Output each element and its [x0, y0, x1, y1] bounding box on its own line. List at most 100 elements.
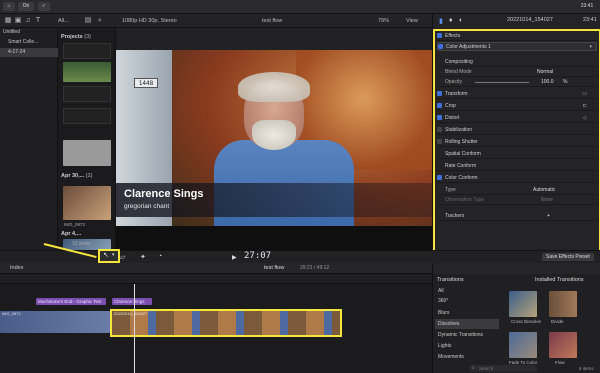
- sidebar-item-smart-collections[interactable]: Smart Colle...: [0, 38, 58, 47]
- category-dissolves[interactable]: Dissolves: [435, 319, 499, 329]
- project-thumb-title[interactable]: [63, 140, 111, 166]
- title-clip-2[interactable]: Clarence Sings: [112, 298, 152, 305]
- transition-flow[interactable]: [549, 332, 577, 358]
- opacity-slider[interactable]: [475, 82, 529, 83]
- projects-group-header[interactable]: Projects (3): [61, 34, 91, 40]
- category-all[interactable]: All: [435, 286, 499, 296]
- crop-tool-icon[interactable]: ▱: [120, 253, 125, 261]
- color-adjustments-row[interactable]: Color Adjustments 1 ▾: [437, 42, 597, 51]
- background-tasks-button[interactable]: ✓: [38, 2, 50, 11]
- distort-checkbox[interactable]: [437, 115, 442, 120]
- opacity-value[interactable]: 100.0: [541, 78, 554, 87]
- title-clip[interactable]: Muchstone's End - Graphic Text: [36, 298, 106, 305]
- event-group-header[interactable]: Apr 30,... (2): [61, 173, 93, 179]
- stabilization-checkbox[interactable]: [437, 127, 442, 132]
- browser-item-count: 10 items: [72, 241, 91, 247]
- blend-mode-dropdown[interactable]: Normal: [537, 68, 553, 77]
- add-tracker-button[interactable]: +: [547, 212, 550, 221]
- category-lights[interactable]: Lights: [435, 341, 499, 351]
- connect-clip-icon[interactable]: ↖: [103, 251, 109, 259]
- color-conform-row[interactable]: Color Conform: [437, 174, 597, 183]
- grid-icon[interactable]: ▤: [84, 17, 92, 25]
- filter-dropdown[interactable]: All...: [58, 17, 69, 25]
- crop-icon[interactable]: ⊏: [583, 102, 587, 111]
- sidebar-item-event[interactable]: 4-17-24: [0, 48, 58, 57]
- toolbar-time: 23:41: [580, 3, 594, 9]
- compositing-header[interactable]: Compositing: [437, 58, 597, 67]
- rate-conform-row[interactable]: Rate Conform: [437, 162, 597, 171]
- libraries-icon[interactable]: ▦: [4, 17, 12, 25]
- category-360[interactable]: 360°: [435, 296, 499, 306]
- app-toolbar: ⌂ On ✓ 23:41: [0, 0, 600, 14]
- timeline-duration: 29:21 / 49:12: [300, 265, 330, 271]
- photos-icon[interactable]: ▣: [14, 17, 22, 25]
- event-group-header-2[interactable]: Apr 4,...: [61, 231, 81, 237]
- audio-inspector-icon[interactable]: ♦: [449, 17, 453, 24]
- transitions-search-input[interactable]: ⌕ Search: [469, 365, 537, 372]
- transition-fade-to-color[interactable]: [509, 332, 537, 358]
- clip-thumb-img0872[interactable]: [63, 186, 111, 220]
- video-clip-a[interactable]: IMG_0872: [0, 311, 110, 333]
- project-thumb-clapper-3[interactable]: [63, 108, 111, 124]
- opacity-unit: %: [563, 79, 568, 85]
- search-icon[interactable]: ⌕: [96, 17, 104, 25]
- stabilization-row[interactable]: Stabilization: [437, 126, 597, 135]
- timeline-ruler: [0, 274, 432, 284]
- project-thumb-clapper-2[interactable]: [63, 86, 111, 102]
- category-blurs[interactable]: Blurs: [435, 308, 499, 318]
- save-effects-preset-button[interactable]: Save Effects Preset: [542, 253, 594, 261]
- play-button[interactable]: ▶: [232, 254, 237, 261]
- sidebar-item-untitled[interactable]: Untitled: [0, 28, 58, 37]
- zoom-dropdown[interactable]: 79%: [378, 17, 389, 25]
- crop-row[interactable]: Crop ⊏: [437, 102, 597, 111]
- spatial-conform-row[interactable]: Spatial Conform: [437, 150, 597, 159]
- transition-label: Divide: [551, 319, 564, 324]
- observation-type-row: Observation Type None: [437, 196, 597, 205]
- project-thumb-clapper[interactable]: [63, 43, 111, 59]
- connect-menu-icon[interactable]: ▾: [112, 252, 115, 258]
- inspector-tabs: ▮ ♦ ◐: [435, 16, 485, 26]
- distort-icon[interactable]: ◇: [583, 114, 587, 123]
- search-placeholder: Search: [479, 366, 494, 371]
- video-frame: 1448 Clarence Sings gregorian chant: [116, 50, 432, 226]
- observation-dropdown[interactable]: None: [541, 196, 553, 205]
- video-clip-b[interactable]: 20221014_154027: [112, 311, 340, 335]
- info-inspector-icon[interactable]: ◐: [459, 17, 463, 24]
- rolling-checkbox[interactable]: [437, 139, 442, 144]
- transition-label: Flow: [555, 360, 565, 365]
- category-movements[interactable]: Movements: [435, 352, 499, 362]
- video-inspector-icon[interactable]: ▮: [439, 17, 443, 25]
- viewer-canvas[interactable]: 1448 Clarence Sings gregorian chant: [116, 50, 432, 250]
- keyword-button[interactable]: On: [18, 2, 34, 11]
- category-dynamic[interactable]: Dynamic Transitions: [435, 330, 499, 340]
- library-button[interactable]: ⌂: [3, 2, 15, 11]
- color-adj-checkbox[interactable]: [438, 44, 443, 49]
- index-button[interactable]: Index: [10, 265, 23, 271]
- transform-icon[interactable]: ▭: [582, 90, 587, 99]
- project-thumb-field[interactable]: [63, 62, 111, 82]
- transition-cross-dissolve[interactable]: [509, 291, 537, 317]
- effects-row[interactable]: Effects: [437, 32, 597, 41]
- connect-button-highlight[interactable]: ↖ ▾: [98, 249, 120, 263]
- music-icon[interactable]: ♫: [24, 17, 32, 25]
- type-dropdown[interactable]: Automatic: [533, 186, 555, 195]
- transform-row[interactable]: Transform ▭: [437, 90, 597, 99]
- trackers-row: Trackers +: [437, 212, 597, 221]
- effect-menu-icon[interactable]: ▾: [589, 43, 592, 52]
- playhead[interactable]: [134, 284, 135, 373]
- rolling-shutter-row[interactable]: Rolling Shutter: [437, 138, 597, 147]
- effects-checkbox[interactable]: [437, 33, 442, 38]
- crop-checkbox[interactable]: [437, 103, 442, 108]
- titles-icon[interactable]: T: [34, 17, 42, 25]
- transitions-browser: Transitions Installed Transitions All 36…: [432, 274, 600, 373]
- transform-checkbox[interactable]: [437, 91, 442, 96]
- transition-divide[interactable]: [549, 291, 577, 317]
- opacity-row: Opacity 100.0 %: [437, 78, 597, 87]
- magic-wand-icon[interactable]: ✦: [140, 253, 146, 261]
- color-conform-checkbox[interactable]: [437, 175, 442, 180]
- clip-browser: Projects (3) Apr 30,... (2) IMG_0872 Apr…: [58, 28, 116, 250]
- view-dropdown[interactable]: View: [406, 17, 418, 25]
- installed-transitions-dropdown[interactable]: Installed Transitions: [535, 277, 584, 283]
- distort-row[interactable]: Distort ◇: [437, 114, 597, 123]
- speed-icon[interactable]: ◔: [158, 253, 162, 260]
